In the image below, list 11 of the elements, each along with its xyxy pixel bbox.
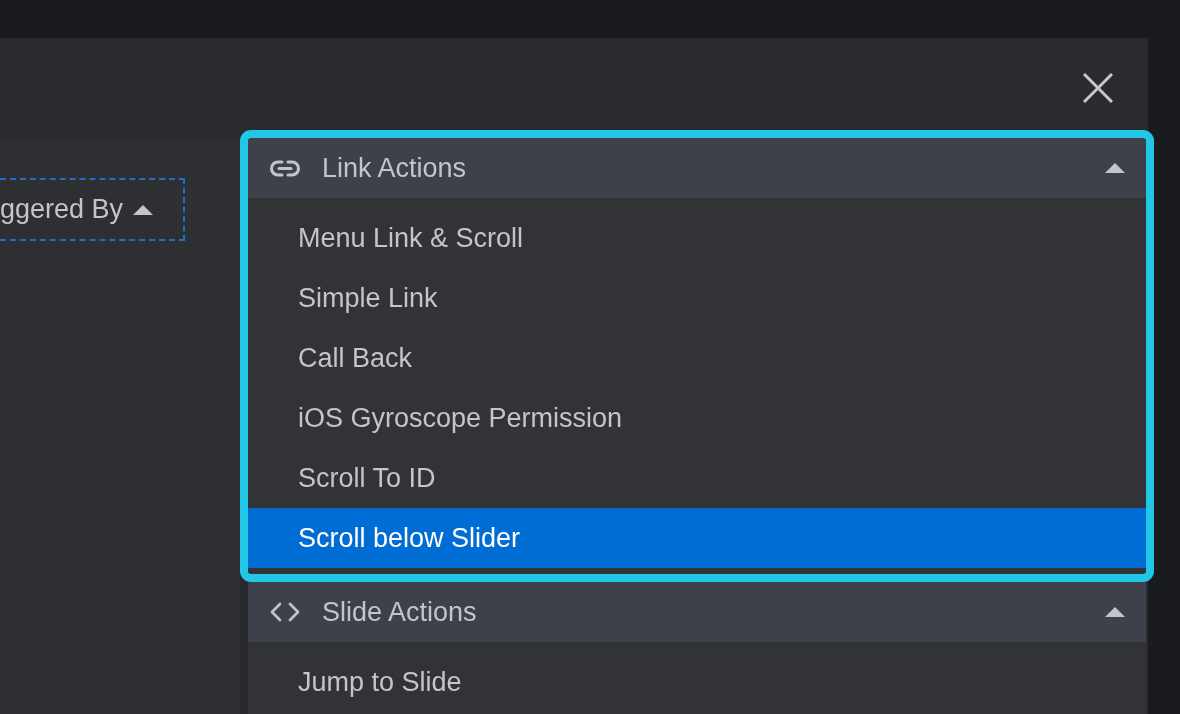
close-button[interactable]: [1083, 73, 1113, 103]
triggered-by-dropdown[interactable]: ggered By: [0, 178, 185, 241]
link-icon: [270, 159, 300, 177]
caret-up-icon: [133, 204, 154, 215]
group-header[interactable]: Slide Actions: [248, 582, 1146, 642]
code-brackets-icon: [270, 602, 300, 622]
caret-up-icon: [1105, 163, 1125, 173]
menu-item[interactable]: Scroll below Slider: [248, 508, 1146, 568]
caret-up-icon: [1105, 607, 1125, 617]
close-icon: [1083, 73, 1113, 103]
group-header[interactable]: Link Actions: [248, 138, 1146, 198]
